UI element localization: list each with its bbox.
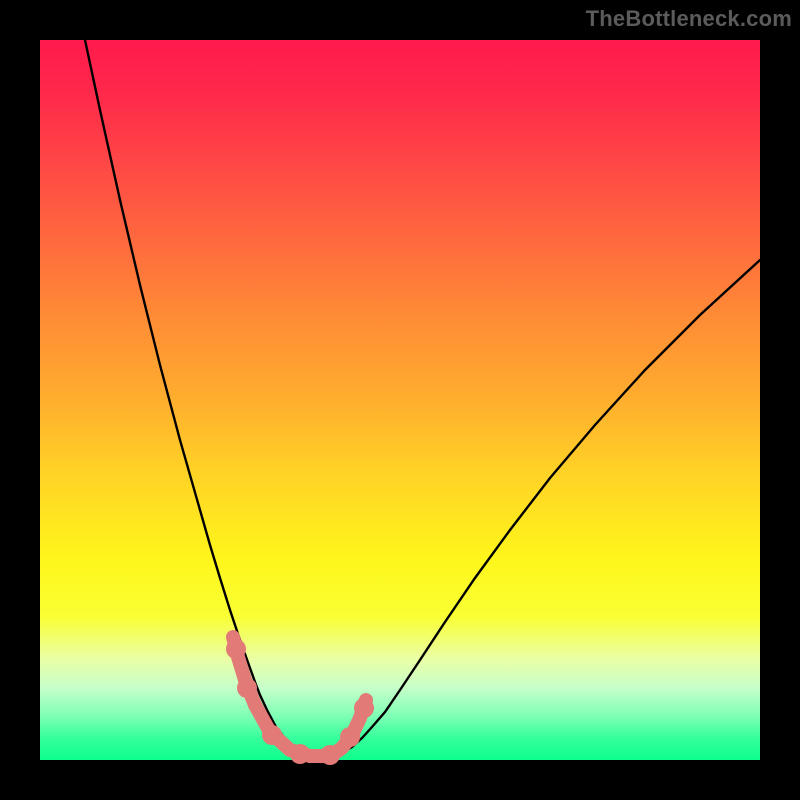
chart-frame: TheBottleneck.com xyxy=(0,0,800,800)
fit-point xyxy=(320,745,340,765)
fit-point xyxy=(262,725,282,745)
fit-point xyxy=(237,678,257,698)
fit-point xyxy=(290,744,310,764)
plot-area xyxy=(40,40,760,760)
fit-point xyxy=(226,639,246,659)
curve-layer xyxy=(40,40,760,760)
watermark-text: TheBottleneck.com xyxy=(586,6,792,32)
fit-point xyxy=(340,727,360,747)
right-curve xyxy=(325,260,760,757)
left-curve xyxy=(85,40,325,757)
fit-point xyxy=(354,698,374,718)
